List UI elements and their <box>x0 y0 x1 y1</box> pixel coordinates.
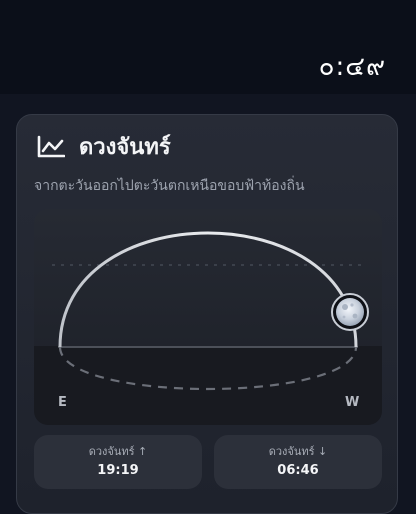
card-subtitle: จากตะวันออกไปตะวันตกเหนือขอบฟ้าท้องถิ่น <box>34 178 305 194</box>
status-time: ๐:๔๙ <box>318 52 386 82</box>
moonset-label: ดวงจันทร์ ↓ <box>268 445 328 458</box>
moonrise-tile: ดวงจันทร์ ↑ 19:19 <box>34 435 202 489</box>
moonrise-label: ดวงจันทร์ ↑ <box>88 445 148 458</box>
east-label: E <box>58 395 67 410</box>
below-horizon-shade <box>34 346 382 425</box>
card-title: ดวงจันทร์ <box>79 135 171 160</box>
status-bar: ๐:๔๙ <box>0 0 416 94</box>
moon-arc-above <box>58 231 358 348</box>
moonset-time: 06:46 <box>277 463 319 478</box>
line-chart-icon <box>37 135 65 158</box>
moon-card: ดวงจันทร์ จากตะวันออกไปตะวันตกเหนือขอบฟ้… <box>16 114 398 514</box>
moon-path-diagram <box>34 231 382 425</box>
moonset-tile: ดวงจันทร์ ↓ 06:46 <box>214 435 382 489</box>
west-label: W <box>345 395 360 410</box>
moonrise-time: 19:19 <box>97 463 139 478</box>
moon-icon <box>331 293 369 331</box>
moon-path-panel: E W <box>34 209 382 425</box>
